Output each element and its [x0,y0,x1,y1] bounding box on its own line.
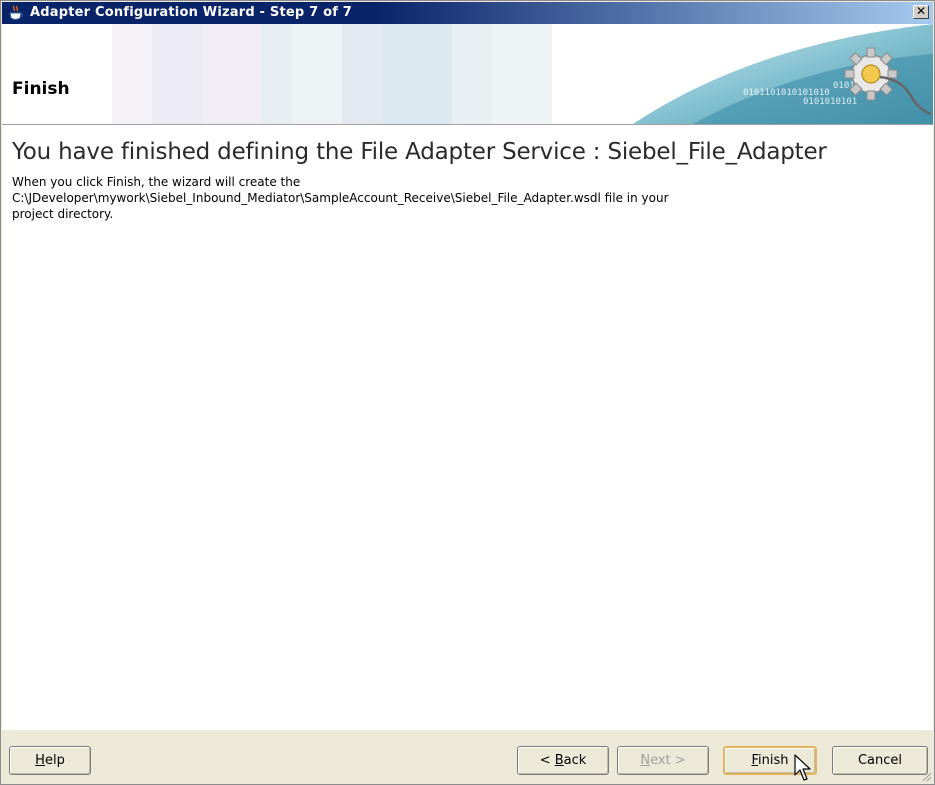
help-button[interactable]: Help [9,746,91,775]
cancel-button[interactable]: Cancel [832,746,928,775]
description-line-1: When you click Finish, the wizard will c… [12,175,301,189]
wizard-dialog: Adapter Configuration Wizard - Step 7 of… [0,0,935,785]
content-panel: You have finished defining the File Adap… [2,125,933,730]
help-mnemonic: H [35,753,45,768]
next-mnemonic: N [640,753,651,768]
close-icon: ✕ [915,4,927,18]
window-title: Adapter Configuration Wizard - Step 7 of… [30,5,353,20]
description-line-3: project directory. [12,207,114,221]
back-mnemonic: B [554,753,564,768]
next-button[interactable]: Next > [617,746,709,775]
page-heading: You have finished defining the File Adap… [12,139,827,165]
banner-title: Finish [12,79,70,99]
resize-grip-icon[interactable] [920,770,932,782]
wizard-banner: 0101101010101010 0101 0101010101 Finish [2,24,933,125]
binary-text-3: 0101010101 [803,97,857,107]
title-bar[interactable]: Adapter Configuration Wizard - Step 7 of… [2,2,933,24]
close-button[interactable]: ✕ [913,5,929,19]
mouse-cursor-icon [794,754,811,781]
back-button[interactable]: < Back [517,746,609,775]
description-line-2: C:\JDeveloper\mywork\Siebel_Inbound_Medi… [12,191,669,205]
java-cup-icon [9,5,24,20]
banner-graphic: 0101101010101010 0101 0101010101 [633,24,933,124]
description-text: When you click Finish, the wizard will c… [12,174,892,222]
